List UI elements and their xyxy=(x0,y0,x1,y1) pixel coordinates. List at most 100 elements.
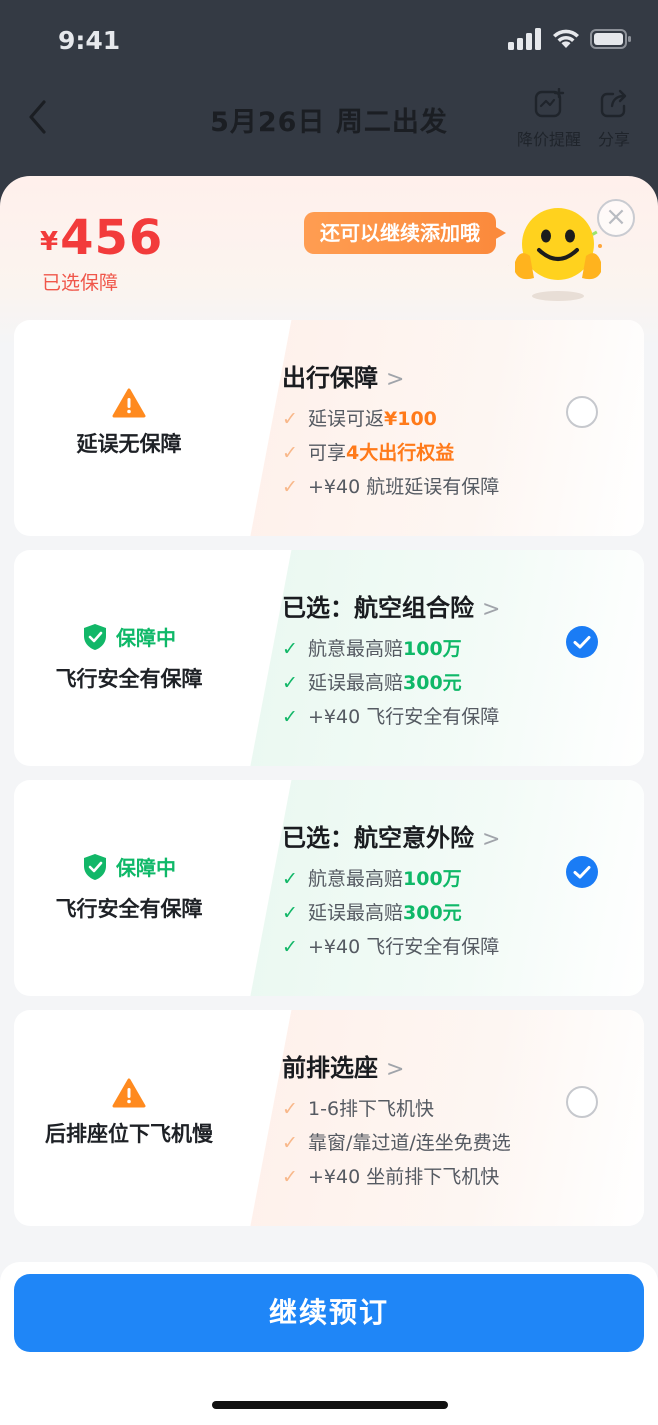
feature-item: ✓ 航意最高赔100万 xyxy=(282,634,462,661)
check-icon: ✓ xyxy=(282,476,298,498)
shield-check-icon xyxy=(84,853,106,880)
price-alert-icon xyxy=(534,87,565,118)
feature-highlight: 300元 xyxy=(403,672,462,694)
status-text: 保障中 xyxy=(116,626,176,650)
card-right: 已选：航空组合险 > ✓ 航意最高赔100万 ✓ 延误最高赔300元 ✓ +¥40 飞行… xyxy=(282,550,572,766)
insurance-card-travel[interactable]: 延误无保障 出行保障 > ✓ 延误可返¥100 ✓ 可享4大出行权益 ✓ +¥40 航班… xyxy=(14,320,644,536)
select-checkbox[interactable] xyxy=(566,1086,598,1118)
feature-item: ✓ +¥40 坐前排下飞机快 xyxy=(282,1162,499,1189)
check-icon: ✓ xyxy=(282,706,298,728)
select-checkbox[interactable] xyxy=(566,626,598,658)
select-checkbox[interactable] xyxy=(566,856,598,888)
card-right: 前排选座 > ✓ 1-6排下飞机快 ✓ 靠窗/靠过道/连坐免费选 ✓ +¥40 坐前排下… xyxy=(282,1010,572,1226)
status-icons xyxy=(508,28,632,50)
feature-item: ✓ 延误最高赔300元 xyxy=(282,898,462,925)
feature-text: 延误可返 xyxy=(308,408,385,430)
chevron-right-icon: > xyxy=(482,827,501,852)
share-button[interactable]: 分享 xyxy=(594,88,634,150)
card-title[interactable]: 出行保障 > xyxy=(282,358,404,393)
card-title[interactable]: 已选：航空组合险 > xyxy=(282,588,500,623)
feature-text: +¥40 航班延误有保障 xyxy=(308,476,500,498)
card-left-label: 后排座位下飞机慢 xyxy=(45,1122,213,1146)
feature-text: 航意最高赔 xyxy=(308,868,404,890)
check-icon: ✓ xyxy=(282,672,298,694)
battery-icon xyxy=(590,29,631,49)
card-right: 已选：航空意外险 > ✓ 航意最高赔100万 ✓ 延误最高赔300元 ✓ +¥40 飞行… xyxy=(282,780,572,996)
feature-highlight: 300元 xyxy=(403,902,462,924)
checkmark-icon xyxy=(573,866,591,879)
card-right: 出行保障 > ✓ 延误可返¥100 ✓ 可享4大出行权益 ✓ +¥40 航班延误有保障 xyxy=(282,320,572,536)
check-icon: ✓ xyxy=(282,1166,298,1188)
feature-text: +¥40 坐前排下飞机快 xyxy=(308,1166,500,1188)
check-icon: ✓ xyxy=(282,1098,298,1120)
add-more-bubble[interactable]: 还可以继续添加哦 xyxy=(304,212,506,254)
seat-selection-card[interactable]: 后排座位下飞机慢 前排选座 > ✓ 1-6排下飞机快 ✓ 靠窗/靠过道/连坐免费选 ✓… xyxy=(14,1010,644,1226)
feature-text: 可享 xyxy=(308,442,347,464)
feature-text: 延误最高赔 xyxy=(308,902,404,924)
card-left: 保障中 飞行安全有保障 xyxy=(14,550,244,766)
price-value: 456 xyxy=(60,210,164,266)
warning-icon xyxy=(112,388,146,418)
continue-booking-button[interactable]: 继续预订 xyxy=(14,1274,644,1352)
feature-text: +¥40 飞行安全有保障 xyxy=(308,936,500,958)
chevron-right-icon: > xyxy=(482,597,501,622)
card-title-text: 前排选座 xyxy=(282,1054,378,1082)
feature-item: ✓ 航意最高赔100万 xyxy=(282,864,462,891)
close-button[interactable]: × xyxy=(597,199,635,237)
wifi-icon xyxy=(553,29,579,48)
card-left-label: 飞行安全有保障 xyxy=(55,897,203,921)
select-checkbox[interactable] xyxy=(566,396,598,428)
feature-highlight: 100万 xyxy=(403,638,462,660)
feature-item: ✓ 1-6排下飞机快 xyxy=(282,1094,434,1121)
feature-item: ✓ 延误最高赔300元 xyxy=(282,668,462,695)
card-title-text: 已选：航空意外险 xyxy=(282,824,474,852)
chevron-right-icon: > xyxy=(386,367,405,392)
feature-item: ✓ 延误可返¥100 xyxy=(282,404,437,431)
feature-item: ✓ +¥40 飞行安全有保障 xyxy=(282,932,499,959)
card-left: 延误无保障 xyxy=(14,320,244,536)
status-badge: 保障中 xyxy=(14,622,244,651)
insurance-card-combo[interactable]: 保障中 飞行安全有保障 已选：航空组合险 > ✓ 航意最高赔100万 ✓ 延误最高赔3… xyxy=(14,550,644,766)
feature-highlight: ¥100 xyxy=(384,408,437,430)
share-icon xyxy=(600,89,627,118)
check-icon: ✓ xyxy=(282,902,298,924)
card-left: 保障中 飞行安全有保障 xyxy=(14,780,244,996)
feature-highlight: 100万 xyxy=(403,868,462,890)
check-icon: ✓ xyxy=(282,1132,298,1154)
insurance-sheet: ¥456 已选保障 还可以继续添加哦 × 延误无保障 出行保障 > ✓ 延误可返¥1… xyxy=(0,176,658,1425)
feature-item: ✓ 可享4大出行权益 xyxy=(282,438,454,465)
insurance-card-accident[interactable]: 保障中 飞行安全有保障 已选：航空意外险 > ✓ 航意最高赔100万 ✓ 延误最高赔3… xyxy=(14,780,644,996)
feature-item: ✓ +¥40 航班延误有保障 xyxy=(282,472,499,499)
nav-bar: 5月26日 周二出发 降价提醒 分享 xyxy=(0,84,658,164)
feature-text: 1-6排下飞机快 xyxy=(308,1098,435,1120)
chevron-right-icon: > xyxy=(386,1057,405,1082)
price-subtitle: 已选保障 xyxy=(42,272,119,294)
status-time: 9:41 xyxy=(58,26,121,55)
feature-text: 延误最高赔 xyxy=(308,672,404,694)
card-title-text: 出行保障 xyxy=(282,364,378,392)
status-badge: 保障中 xyxy=(14,852,244,881)
status-bar: 9:41 xyxy=(0,0,658,84)
price-alert-label: 降价提醒 xyxy=(516,130,581,149)
shield-check-icon xyxy=(84,623,106,650)
card-left-label: 飞行安全有保障 xyxy=(55,667,203,691)
checkmark-icon xyxy=(573,636,591,649)
warning-icon xyxy=(112,1078,146,1108)
mascot-icon xyxy=(508,208,602,301)
feature-item: ✓ +¥40 飞行安全有保障 xyxy=(282,702,499,729)
currency-symbol: ¥ xyxy=(40,227,59,257)
card-left-label: 延误无保障 xyxy=(76,432,182,456)
card-title[interactable]: 前排选座 > xyxy=(282,1048,404,1083)
card-title-text: 已选：航空组合险 xyxy=(282,594,474,622)
card-title[interactable]: 已选：航空意外险 > xyxy=(282,818,500,853)
total-price: ¥456 xyxy=(40,210,163,266)
check-icon: ✓ xyxy=(282,408,298,430)
check-icon: ✓ xyxy=(282,868,298,890)
check-icon: ✓ xyxy=(282,442,298,464)
feature-text: 靠窗/靠过道/连坐免费选 xyxy=(308,1132,511,1154)
price-alert-button[interactable]: 降价提醒 xyxy=(514,87,584,150)
status-text: 保障中 xyxy=(116,856,176,880)
feature-text: +¥40 飞行安全有保障 xyxy=(308,706,500,728)
home-indicator xyxy=(212,1401,448,1409)
check-icon: ✓ xyxy=(282,936,298,958)
